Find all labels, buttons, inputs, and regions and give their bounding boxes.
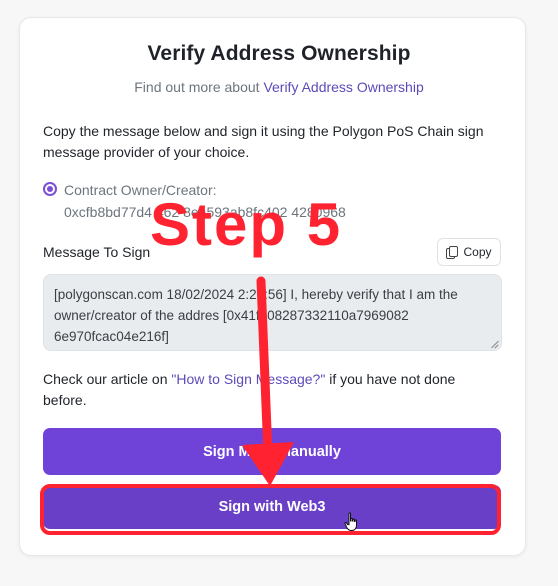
how-to-sign-link[interactable]: "How to Sign Message?" (171, 371, 325, 387)
sign-manually-label: Sign Me Manually (203, 443, 341, 460)
page-title: Verify Address Ownership (147, 42, 411, 65)
message-textarea[interactable]: [polygonscan.com 18/02/2024 2:29:56] I, … (43, 274, 502, 351)
owner-radio[interactable] (43, 182, 57, 196)
check-article-text: Check our article on "How to Sign Messag… (43, 369, 483, 411)
page: Verify Address Ownership Find out more a… (0, 0, 558, 586)
copy-button[interactable]: Copy (437, 238, 501, 266)
subtitle-text: Find out more about (134, 79, 264, 95)
intro-text: Copy the message below and sign it using… (43, 123, 484, 160)
step-annotation: Step 5 (150, 191, 343, 258)
subtitle: Find out more about Verify Address Owner… (0, 79, 558, 95)
copy-icon (446, 246, 459, 259)
message-label: Message To Sign (43, 244, 151, 260)
highlight-box (40, 484, 501, 535)
check-prefix: Check our article on (43, 371, 172, 387)
hand-cursor-icon (344, 512, 357, 531)
sign-manually-button[interactable]: Sign Me Manually (43, 428, 501, 475)
copy-button-label: Copy (463, 245, 492, 259)
resize-handle-icon[interactable] (490, 340, 499, 349)
verify-ownership-link[interactable]: Verify Address Ownership (263, 79, 423, 95)
